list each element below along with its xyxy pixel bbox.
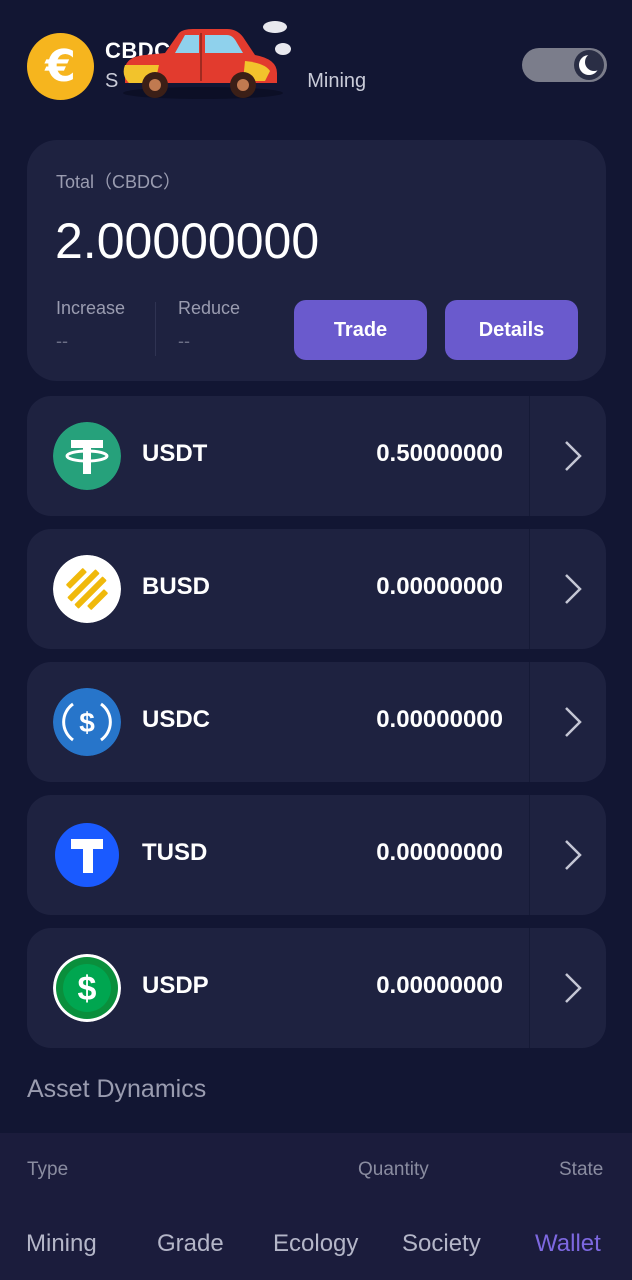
moon-icon [574,50,604,80]
busd-icon [53,555,121,623]
nav-item-mining[interactable]: Mining [26,1230,97,1258]
svg-text:$: $ [78,970,97,1008]
theme-toggle[interactable] [522,48,607,82]
nav-item-wallet[interactable]: Wallet [535,1230,601,1258]
usdc-icon: $ [53,688,121,756]
chevron-right-icon[interactable] [562,438,584,474]
coin-name: USDP [142,972,209,999]
increase-stat: Increase -- [56,298,125,352]
coin-row-usdp[interactable]: $ USDP 0.00000000 [27,928,606,1048]
coin-amount: 0.00000000 [376,706,503,733]
total-balance-card: Total（CBDC） 2.00000000 Increase -- Reduc… [27,140,606,381]
column-header-state: State [559,1159,604,1180]
nav-item-ecology[interactable]: Ecology [273,1230,358,1258]
row-divider [529,795,530,915]
column-header-type: Type [27,1159,69,1180]
nav-item-grade[interactable]: Grade [157,1230,224,1258]
total-value: 2.00000000 [55,213,320,269]
row-divider [529,928,530,1048]
trade-button[interactable]: Trade [294,300,427,360]
details-button[interactable]: Details [445,300,578,360]
reduce-stat: Reduce -- [178,298,240,352]
coin-row-tusd[interactable]: TUSD 0.00000000 [27,795,606,915]
coin-row-usdc[interactable]: $ USDC 0.00000000 [27,662,606,782]
coin-row-busd[interactable]: BUSD 0.00000000 [27,529,606,649]
row-divider [529,396,530,516]
coin-name: TUSD [142,839,208,866]
coin-name: USDC [142,706,211,733]
asset-dynamics-title: Asset Dynamics [27,1075,207,1103]
chevron-right-icon[interactable] [562,970,584,1006]
svg-text:$: $ [79,707,95,738]
increase-label: Increase [56,298,126,318]
tusd-icon [55,823,119,887]
chevron-right-icon[interactable] [562,704,584,740]
coin-row-usdt[interactable]: USDT 0.50000000 [27,396,606,516]
app-header: € CBDC S Mining [0,0,632,130]
stat-divider [155,302,156,356]
coin-amount: 0.00000000 [376,573,503,600]
chevron-right-icon[interactable] [562,837,584,873]
column-header-quantity: Quantity [358,1159,429,1180]
coin-amount: 0.00000000 [376,839,503,866]
usdp-icon: $ [53,954,121,1022]
euro-logo-icon: € [27,33,94,100]
chevron-right-icon[interactable] [562,571,584,607]
reduce-value: -- [178,331,190,351]
tether-icon [53,422,121,490]
coin-amount: 0.00000000 [376,972,503,999]
nav-item-society[interactable]: Society [402,1230,481,1258]
bottom-nav: Mining Grade Ecology Society Wallet [0,1200,632,1280]
logo-symbol: € [45,41,76,92]
coin-amount: 0.50000000 [376,440,503,467]
car-sticker-icon [123,21,291,99]
row-divider [529,662,530,782]
row-divider [529,529,530,649]
increase-value: -- [56,331,68,351]
total-label: Total（CBDC） [56,172,182,192]
reduce-label: Reduce [178,298,241,318]
coin-name: USDT [142,440,208,467]
coin-name: BUSD [142,573,211,600]
